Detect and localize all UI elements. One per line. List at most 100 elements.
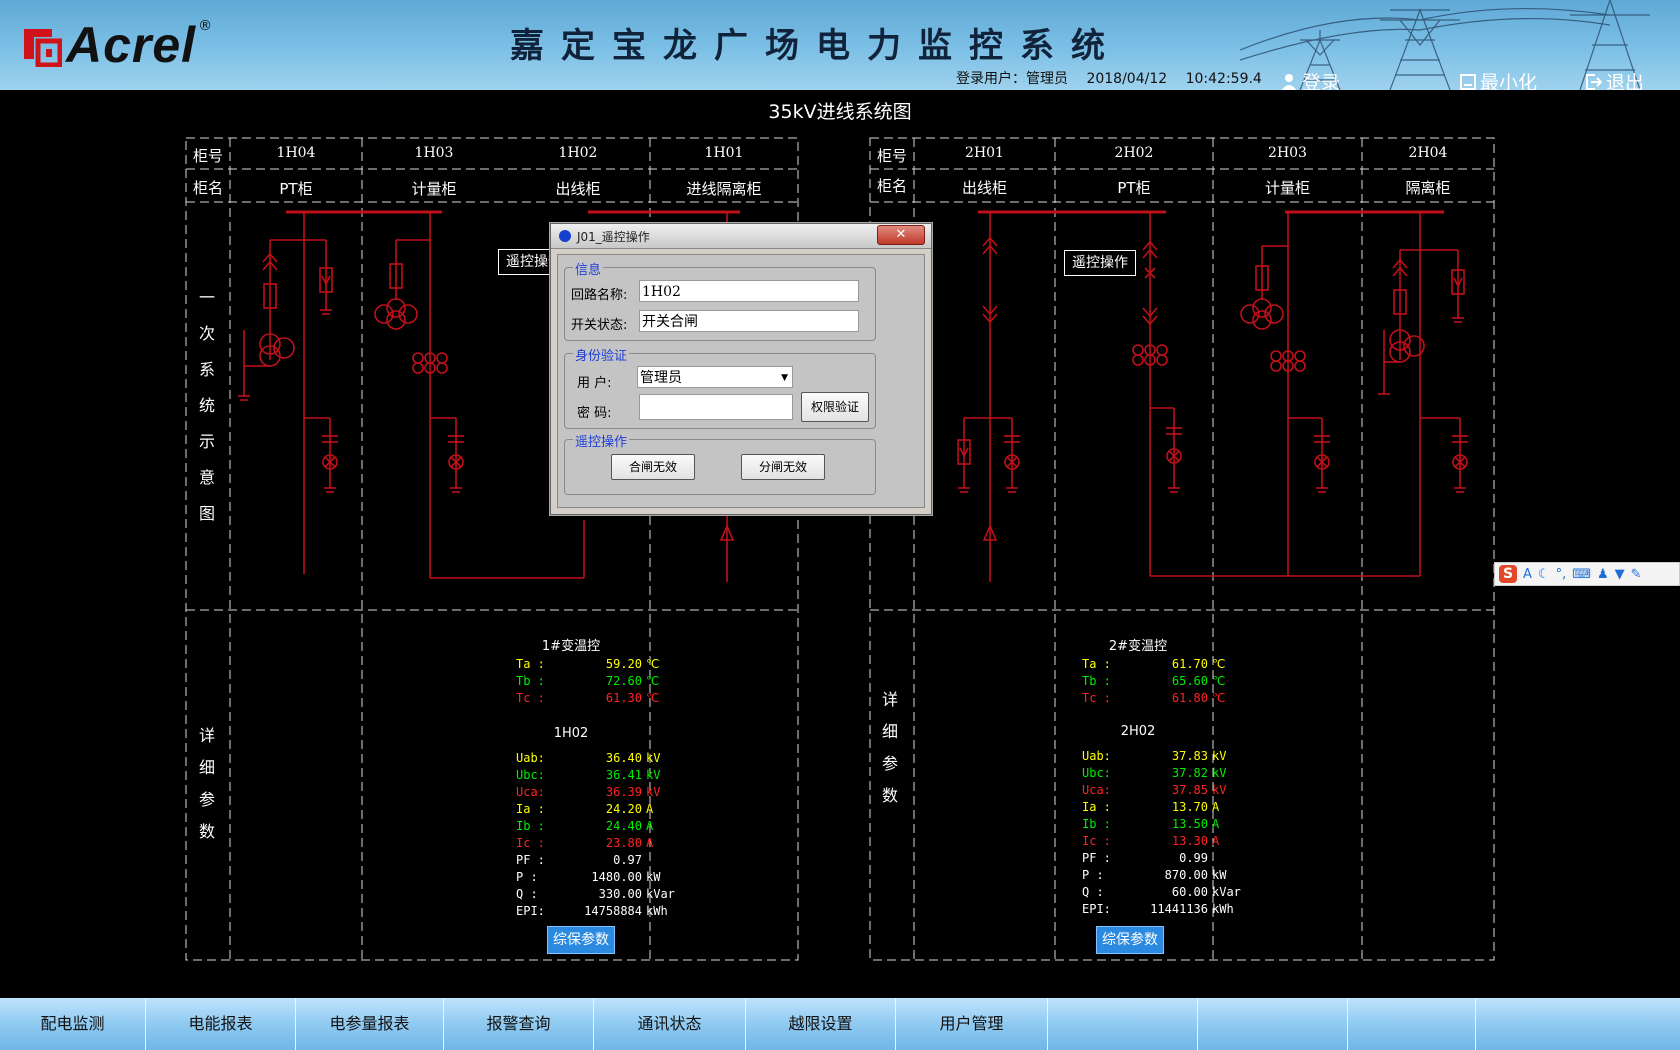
nav-user-management[interactable]: 用户管理 [896, 998, 1048, 1050]
param-label: Ic : [1082, 834, 1111, 848]
param-value: 72.60 [605, 674, 642, 688]
transformer2-temps: Ta : 61.70 ℃ Tb : 65.60 ℃ Tc : 61.80 ℃ [1082, 656, 1232, 707]
ime-toolbar[interactable]: S A ☾ °, ⌨ ♟ ▼ ✎ [1494, 562, 1680, 586]
auth-group-title: 身份验证 [573, 345, 630, 364]
close-icon: ✕ [895, 227, 907, 242]
cabinet-name-1H04: PT柜 [279, 180, 313, 198]
param-value: 13.30 [1171, 834, 1208, 848]
dialog-title: J01_遥控操作 [577, 230, 650, 244]
param-value: 61.70 [1171, 657, 1208, 671]
dialog-close-button[interactable]: ✕ [877, 225, 925, 245]
param-label: P : [516, 870, 538, 884]
param-label: Ta : [1082, 657, 1111, 671]
chevron-down-icon: ▼ [781, 373, 788, 383]
param-value: 36.39 [605, 785, 642, 799]
param-label: Tb : [1082, 674, 1111, 688]
nav-energy-report[interactable]: 电能报表 [146, 998, 296, 1050]
circuit-title-1H02: 1H02 [553, 726, 589, 741]
cabinet-no-2H03: 2H03 [1268, 145, 1307, 161]
param-row: Uab: 37.83 kV [1082, 748, 1232, 765]
param-unit: ℃ [1212, 674, 1226, 688]
nav-alarm-query[interactable]: 报警查询 [444, 998, 594, 1050]
close-switch-button[interactable]: 合闸无效 [611, 454, 695, 480]
auth-group: 身份验证 用 户: 管理员 ▼ 密 码: 权限验证 [564, 345, 876, 429]
cabinet-no-2H01: 2H01 [965, 145, 1004, 161]
param-label: Uca: [516, 785, 545, 799]
param-row: Ia : 13.70 A [1082, 799, 1232, 816]
param-label: Uab: [516, 751, 545, 765]
info-group: 信息 回路名称: 1H02 开关状态: 开关合闸 [564, 259, 876, 341]
circuit-title-2H02: 2H02 [1120, 724, 1156, 739]
nav-empty-2[interactable] [1198, 998, 1348, 1050]
param-value: 37.83 [1171, 749, 1208, 763]
dialog-titlebar[interactable]: J01_遥控操作 ✕ [551, 224, 931, 249]
cabinet-name-1H01: 进线隔离柜 [686, 180, 762, 198]
nav-distribution-monitor[interactable]: 配电监测 [0, 998, 146, 1050]
ime-mode[interactable]: A [1523, 567, 1532, 582]
param-unit: kV [1212, 749, 1227, 763]
nav-comm-status[interactable]: 通讯状态 [594, 998, 746, 1050]
param-value: 24.40 [605, 819, 642, 833]
remote-operation-button-2H02[interactable]: 遥控操作 [1064, 250, 1136, 276]
nav-limit-settings[interactable]: 越限设置 [746, 998, 896, 1050]
param-unit: kV [1212, 783, 1227, 797]
cabinet-name-1H02: 出线柜 [555, 180, 601, 198]
nav-empty-4[interactable] [1476, 998, 1600, 1050]
nav-parameter-report[interactable]: 电参量报表 [296, 998, 444, 1050]
remote-control-dialog: J01_遥控操作 ✕ 信息 回路名称: 1H02 开关状态: 开关合闸 身份验证… [550, 223, 932, 515]
param-row: Q : 60.00 kVar [1082, 884, 1241, 901]
row-header-cabinet-name-right: 柜名 [876, 177, 907, 195]
param-value: 1480.00 [591, 870, 642, 884]
shirt-icon[interactable]: ▼ [1615, 567, 1625, 582]
circuit-params-2H02: Uab: 37.83 kV Ubc: 37.82 kV Uca: 37.85 kV Ia : 13.… [1082, 748, 1241, 918]
wrench-icon[interactable]: ✎ [1631, 567, 1642, 582]
keyboard-icon[interactable]: ⌨ [1572, 567, 1591, 582]
param-value: 59.20 [605, 657, 642, 671]
param-row: EPI: 14758884 kWh [516, 903, 668, 920]
param-row: P : 870.00 kW [1082, 867, 1232, 884]
param-row: Tc : 61.80 ℃ [1082, 690, 1232, 707]
param-unit: ℃ [646, 657, 660, 671]
cabinet-no-2H02: 2H02 [1114, 145, 1154, 161]
dialog-body: 信息 回路名称: 1H02 开关状态: 开关合闸 身份验证 用 户: 管理员 ▼… [557, 254, 925, 508]
param-label: EPI: [1082, 902, 1111, 916]
protection-params-button-right[interactable]: 综保参数 [1096, 926, 1164, 954]
remote-op-group-title: 遥控操作 [573, 431, 630, 450]
open-switch-button[interactable]: 分闸无效 [741, 454, 825, 480]
moon-icon[interactable]: ☾ [1538, 567, 1550, 582]
param-row: Uca: 37.85 kV [1082, 782, 1232, 799]
nav-empty-1[interactable] [1048, 998, 1198, 1050]
param-row: Ic : 23.80 A [516, 835, 666, 852]
nav-empty-3[interactable] [1348, 998, 1476, 1050]
cabinet-no-2H04: 2H04 [1408, 145, 1448, 161]
param-label: Q : [1082, 885, 1104, 899]
verify-permission-button[interactable]: 权限验证 [801, 392, 869, 422]
param-row: EPI: 11441136 kWh [1082, 901, 1234, 918]
param-value: 65.60 [1171, 674, 1208, 688]
param-row: PF : 0.97 [516, 852, 666, 869]
punctuation-icon[interactable]: °, [1556, 567, 1567, 582]
person-icon[interactable]: ♟ [1597, 567, 1609, 582]
password-input[interactable] [639, 394, 793, 420]
param-row: Tb : 72.60 ℃ [516, 673, 666, 690]
param-label: P : [1082, 868, 1104, 882]
param-unit: kV [646, 751, 661, 765]
param-row: Ib : 13.50 A [1082, 816, 1232, 833]
circuit-params-1H02: Uab: 36.40 kV Ubc: 36.41 kV Uca: 36.39 kV Ia : 24.… [516, 750, 675, 920]
param-value: 60.00 [1171, 885, 1208, 899]
param-value: 36.40 [605, 751, 642, 765]
param-value: 23.80 [605, 836, 642, 850]
param-unit: kW [646, 870, 661, 884]
param-label: EPI: [516, 904, 545, 918]
param-label: Ubc: [1082, 766, 1111, 780]
param-label: PF : [1082, 851, 1111, 865]
param-label: Tc : [1082, 691, 1111, 705]
user-select[interactable]: 管理员 ▼ [637, 366, 793, 388]
param-unit: ℃ [1212, 691, 1226, 705]
circuit-name-label: 回路名称: [571, 288, 628, 303]
param-value: 61.30 [605, 691, 642, 705]
detail-params-label-left: 详细 参数 [198, 726, 215, 841]
protection-params-button-left[interactable]: 综保参数 [547, 926, 615, 954]
param-unit: A [1212, 834, 1220, 848]
param-row: Q : 330.00 kVar [516, 886, 675, 903]
